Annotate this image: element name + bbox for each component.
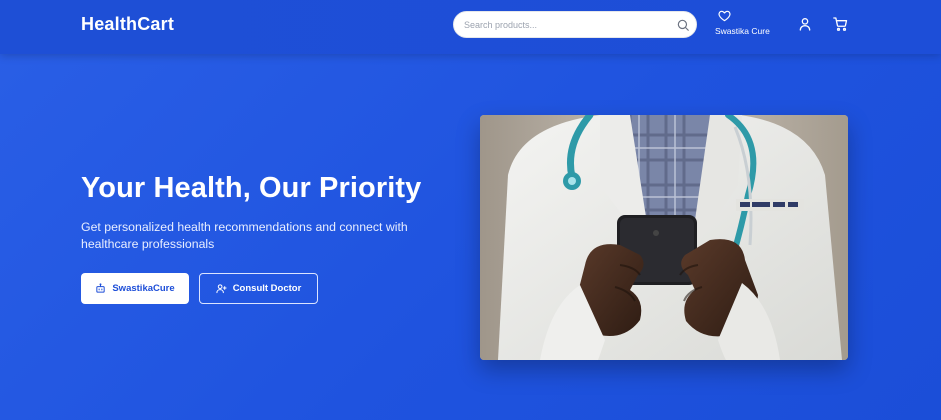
top-navbar: HealthCart Swastika Cure — [0, 0, 941, 54]
cart-icon[interactable] — [832, 16, 849, 32]
hero-subtitle: Get personalized health recommendations … — [81, 220, 408, 251]
search-input[interactable] — [464, 16, 664, 34]
user-icon[interactable] — [797, 16, 813, 32]
hero-doctor-image — [480, 115, 848, 360]
bot-icon — [96, 283, 106, 293]
swastikacure-button-label: SwastikaCure — [112, 283, 175, 294]
wishlist-label: Swastika Cure — [715, 26, 770, 36]
consult-doctor-button-label: Consult Doctor — [232, 283, 302, 294]
consult-doctor-button[interactable]: Consult Doctor — [199, 273, 318, 304]
hero-title: Your Health, Our Priority — [81, 172, 422, 204]
user-plus-icon — [216, 284, 227, 294]
search-icon[interactable] — [676, 18, 690, 32]
doctor-with-phone-illustration — [480, 115, 848, 360]
heart-icon — [718, 10, 731, 22]
wishlist-link[interactable]: Swastika Cure — [713, 9, 779, 41]
search-bar[interactable] — [453, 11, 697, 38]
brand-logo[interactable]: HealthCart — [81, 14, 174, 35]
swastikacure-button[interactable]: SwastikaCure — [81, 273, 189, 304]
